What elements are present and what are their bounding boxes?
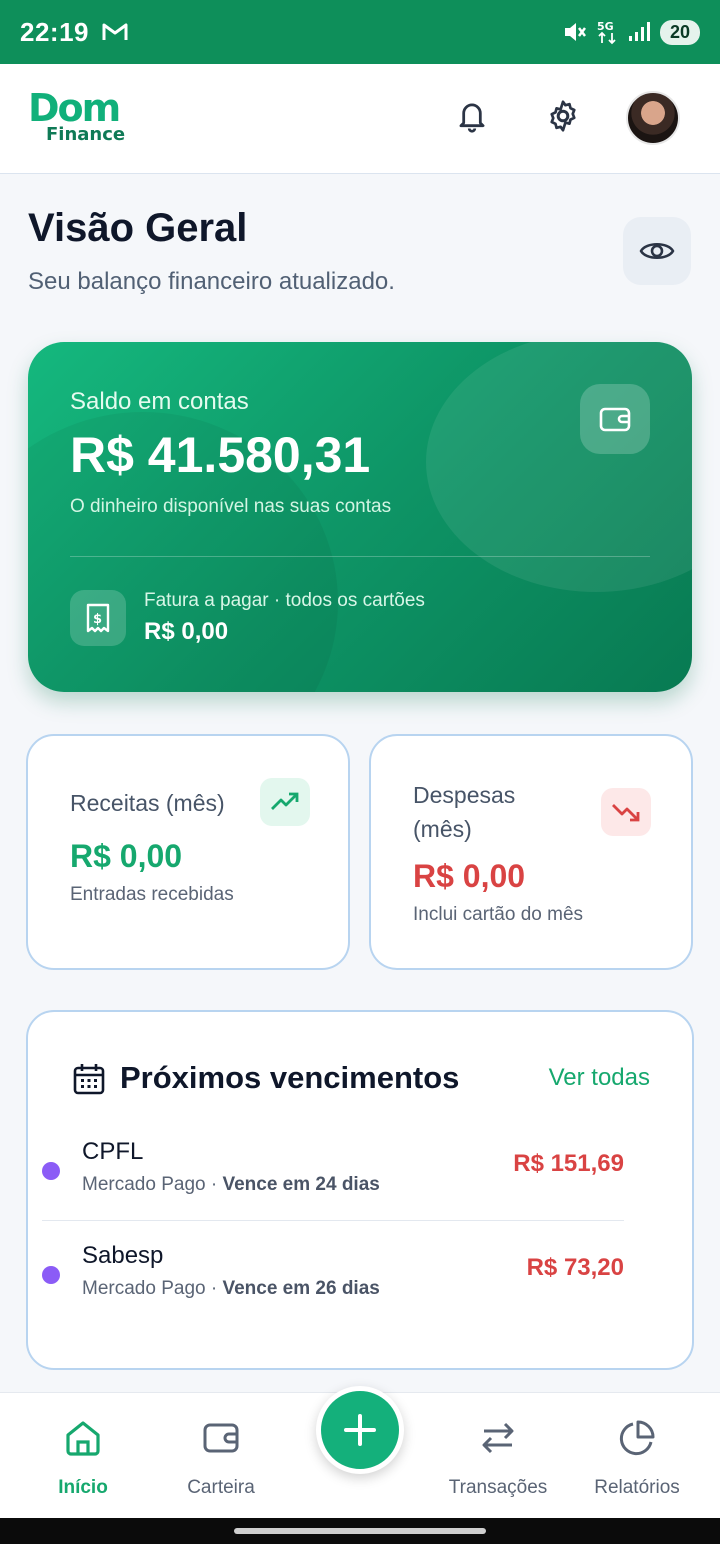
nav-item-relatorios[interactable]: Relatórios — [567, 1393, 707, 1519]
bill-due: Vence em 26 dias — [222, 1278, 380, 1299]
expense-card[interactable]: Despesas (mês) R$ 0,00 Inclui cartão do … — [369, 734, 693, 970]
gesture-bar — [0, 1518, 720, 1544]
signal-icon — [628, 22, 650, 41]
bill-name: CPFL — [82, 1138, 144, 1165]
income-badge — [260, 778, 310, 826]
bill-due: Vence em 24 dias — [222, 1174, 380, 1195]
settings-button[interactable] — [541, 94, 585, 138]
nav-item-transacoes[interactable]: Transações — [428, 1393, 568, 1519]
expense-description: Inclui cartão do mês — [413, 904, 584, 925]
nav-label: Relatórios — [594, 1477, 680, 1498]
balance-description: O dinheiro disponível nas suas contas — [70, 496, 392, 517]
status-bar: 22:19 5G 20 — [0, 0, 720, 64]
wallet-icon — [203, 1423, 239, 1453]
upcoming-title: Próximos vencimentos — [120, 1060, 460, 1095]
balance-card[interactable]: Saldo em contas R$ 41.580,31 O dinheiro … — [28, 342, 692, 692]
network-5g-icon: 5G — [597, 20, 616, 45]
balance-value: R$ 41.580,31 — [70, 427, 371, 483]
wallet-icon — [599, 407, 631, 432]
bill-name: Sabesp — [82, 1242, 164, 1269]
app-header: Dom Finance — [0, 64, 720, 174]
mute-icon — [564, 23, 586, 41]
income-card[interactable]: Receitas (mês) R$ 0,00 Entradas recebida… — [26, 734, 350, 970]
bill-label: Fatura a pagar · todos os cartões — [144, 590, 425, 611]
arrows-swap-icon — [482, 1422, 514, 1454]
calendar-icon — [73, 1064, 105, 1095]
nav-item-carteira[interactable]: Carteira — [151, 1393, 291, 1519]
bell-icon — [459, 103, 485, 133]
bill-meta: Mercado Pago · Vence em 26 dias — [82, 1278, 380, 1299]
notifications-button[interactable] — [450, 94, 494, 138]
logo-text-bottom: Finance — [46, 124, 126, 145]
bill-source: Mercado Pago — [82, 1278, 206, 1299]
nav-label: Transações — [448, 1477, 548, 1498]
wallet-badge — [580, 384, 650, 454]
expense-value: R$ 0,00 — [413, 858, 526, 894]
home-indicator[interactable] — [234, 1528, 486, 1534]
expense-badge — [601, 788, 651, 836]
status-time: 22:19 — [20, 16, 89, 47]
list-item[interactable]: CPFL Mercado Pago · Vence em 24 dias R$ … — [42, 1126, 624, 1216]
add-transaction-button[interactable] — [316, 1386, 404, 1474]
app-logo[interactable]: Dom Finance — [28, 88, 140, 150]
pie-chart-icon — [619, 1420, 655, 1456]
svg-text:5G: 5G — [597, 20, 614, 33]
expense-label-line2: (mês) — [413, 816, 472, 842]
trending-down-icon — [612, 804, 640, 822]
income-label: Receitas (mês) — [70, 790, 225, 816]
receipt-icon: $ — [86, 603, 110, 633]
logo-text-top: Dom — [28, 86, 121, 130]
nav-item-inicio[interactable]: Início — [13, 1393, 153, 1519]
see-all-link[interactable]: Ver todas — [549, 1064, 650, 1092]
home-icon — [66, 1421, 100, 1456]
user-avatar[interactable] — [626, 91, 680, 145]
eye-icon — [639, 242, 675, 260]
bill-amount: R$ 73,20 — [526, 1254, 624, 1281]
nav-label: Início — [58, 1477, 108, 1498]
category-dot — [42, 1266, 60, 1284]
bill-badge: $ — [70, 590, 126, 646]
bill-meta: Mercado Pago · Vence em 24 dias — [82, 1174, 380, 1195]
bill-source: Mercado Pago — [82, 1174, 206, 1195]
svg-text:$: $ — [93, 612, 102, 627]
trending-up-icon — [271, 792, 299, 810]
toggle-visibility-button[interactable] — [623, 217, 691, 285]
list-item[interactable]: Sabesp Mercado Pago · Vence em 26 dias R… — [42, 1230, 624, 1320]
category-dot — [42, 1162, 60, 1180]
page-title: Visão Geral — [28, 206, 248, 250]
battery-indicator: 20 — [659, 19, 700, 45]
gear-icon — [550, 100, 576, 132]
nav-label: Carteira — [187, 1477, 255, 1498]
income-description: Entradas recebidas — [70, 884, 234, 905]
income-value: R$ 0,00 — [70, 838, 183, 874]
bill-amount: R$ 151,69 — [513, 1150, 624, 1177]
page-subtitle: Seu balanço financeiro atualizado. — [28, 268, 395, 295]
plus-icon — [344, 1414, 376, 1446]
list-divider — [42, 1220, 624, 1221]
balance-label: Saldo em contas — [70, 388, 249, 415]
status-icons: 5G 20 — [562, 19, 700, 45]
expense-label-line1: Despesas — [413, 782, 516, 808]
balance-divider — [70, 556, 650, 557]
bill-value: R$ 0,00 — [144, 618, 229, 645]
gmail-icon — [102, 23, 128, 40]
